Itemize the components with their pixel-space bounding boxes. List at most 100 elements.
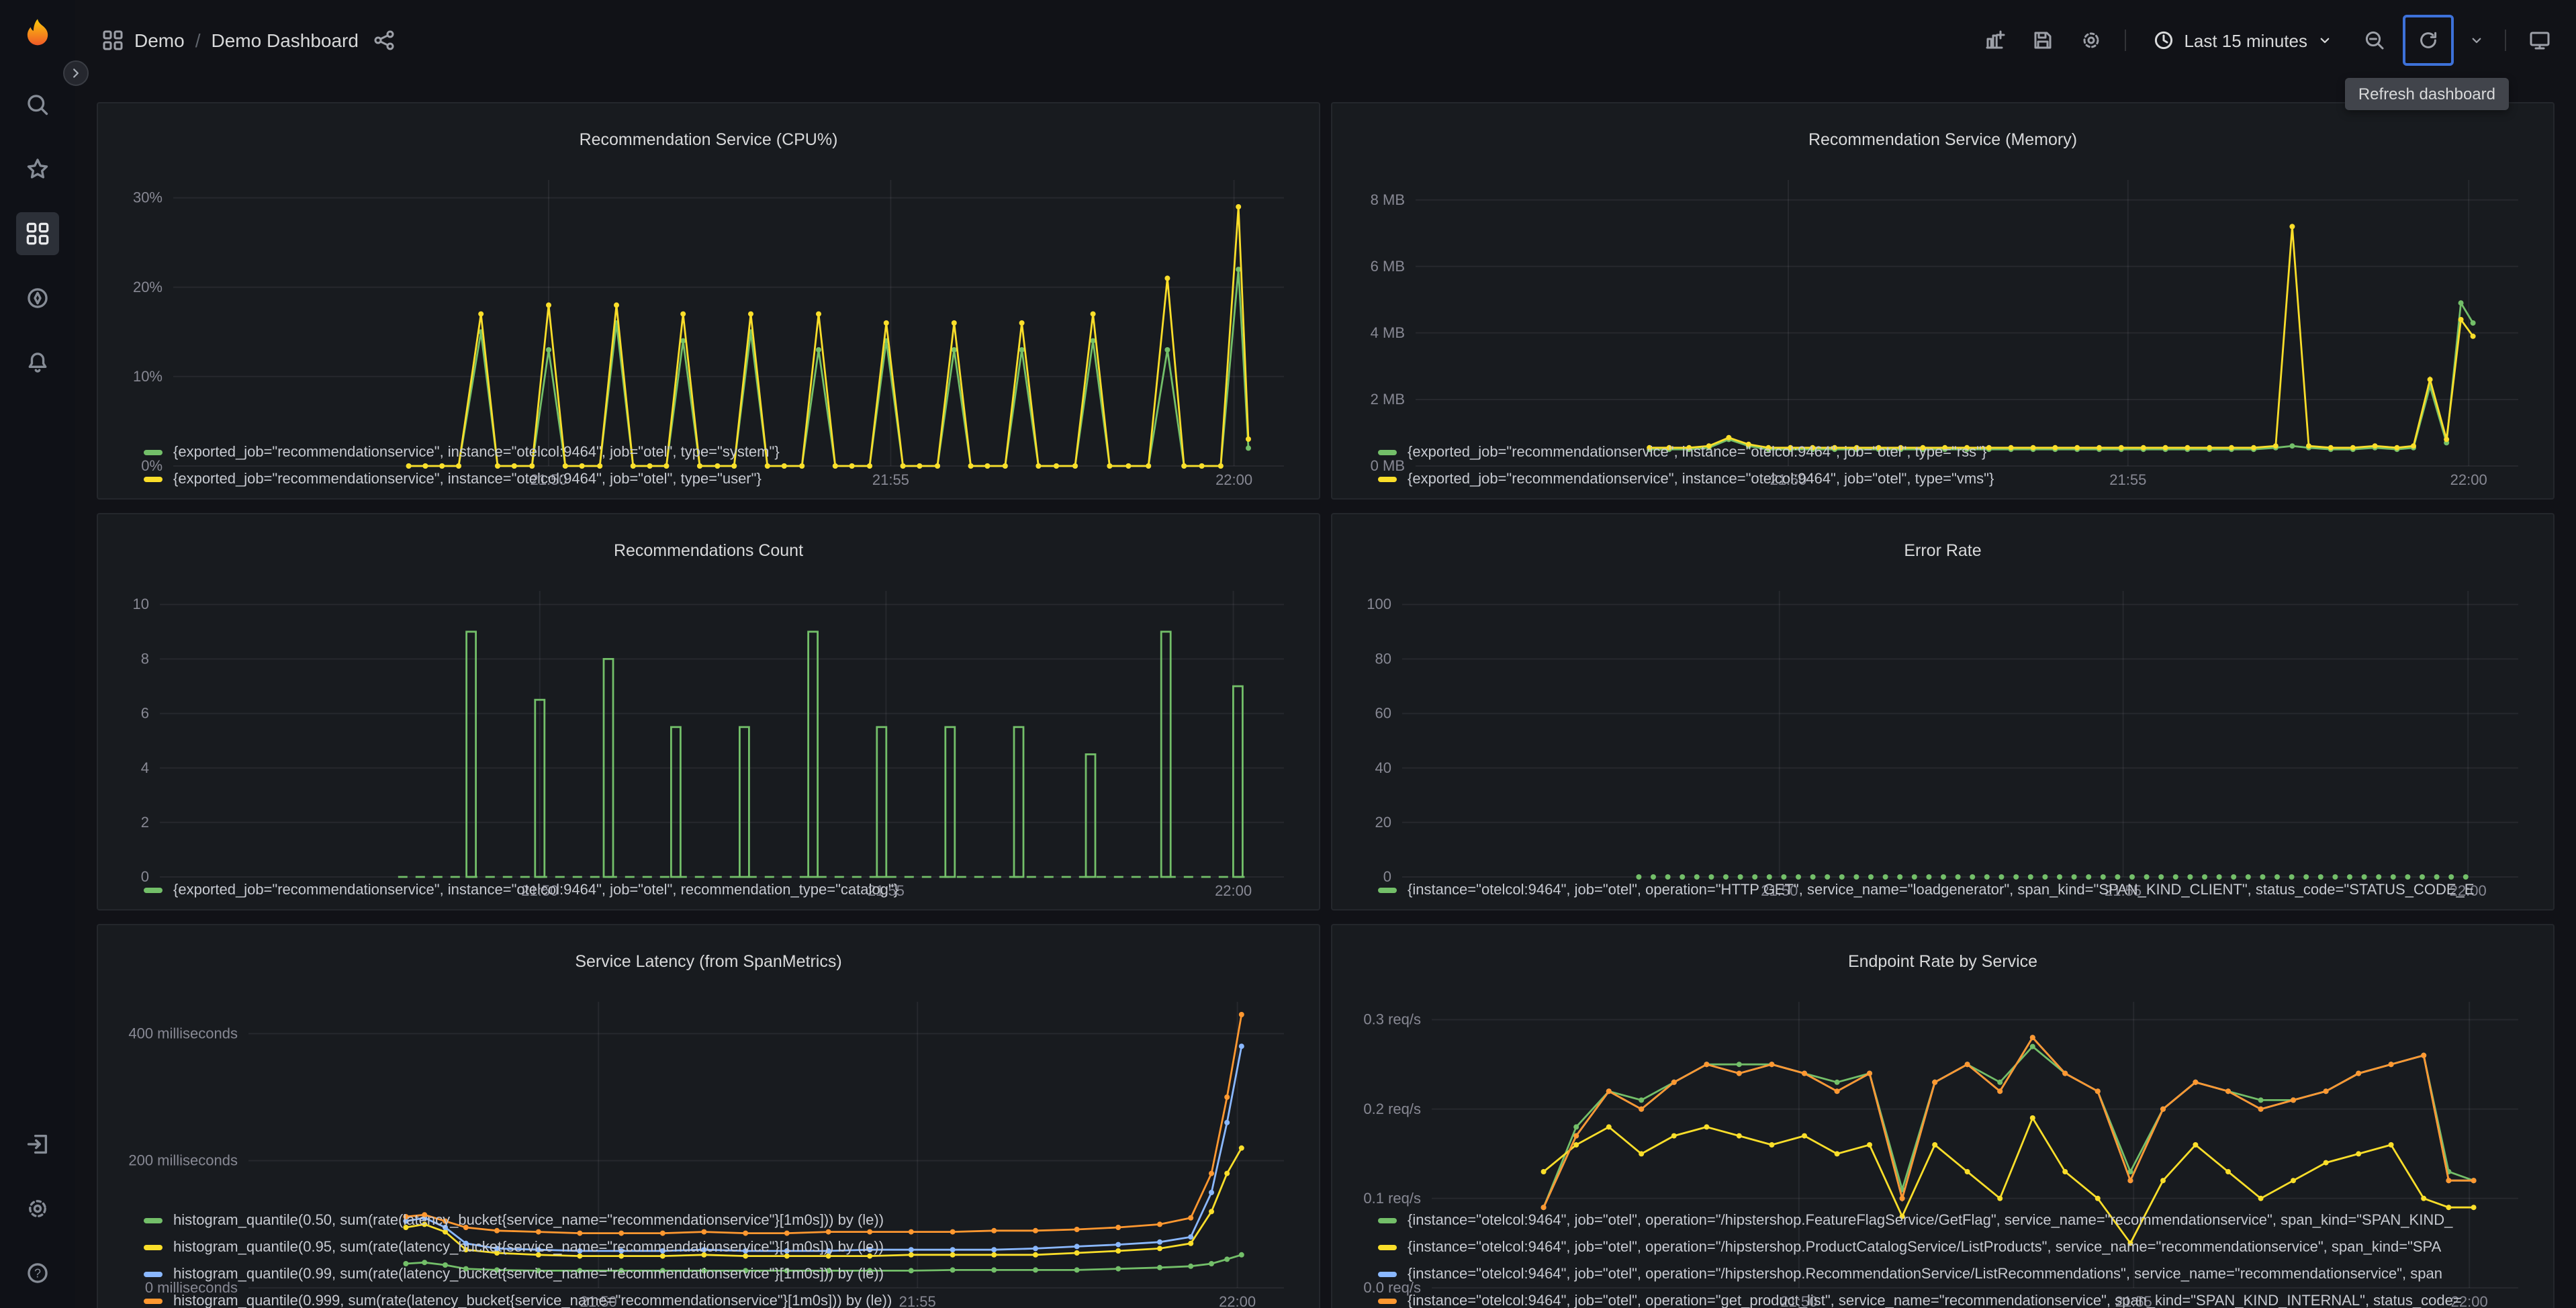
time-range-picker[interactable]: Last 15 minutes [2140,20,2346,60]
panel-recommendation-cpu: Recommendation Service (CPU%) 0% 10% 20% 30… [97,102,1320,500]
legend-swatch [1378,1299,1397,1304]
panel-title[interactable]: Recommendations Count [114,536,1303,566]
svg-text:0.3 req/s: 0.3 req/s [1363,1011,1421,1027]
zoom-out-button[interactable] [2354,20,2395,60]
svg-text:20%: 20% [133,278,163,295]
legend-label: {exported_job="recommendationservice", i… [173,471,762,487]
legend-swatch [1378,1272,1397,1277]
sidebar-item-help[interactable]: ? [16,1252,59,1295]
gear-icon [2083,32,2099,48]
add-panel-icon [1986,30,2005,49]
clock-icon [2155,31,2173,50]
svg-text:80: 80 [1375,650,1391,667]
sign-in-icon [27,1134,48,1154]
legend-swatch [144,1218,163,1223]
svg-text:400 milliseconds: 400 milliseconds [128,1025,238,1041]
legend-item[interactable]: {exported_job="recommendationservice", i… [1378,439,2537,466]
legend-swatch [1378,477,1397,482]
time-range-label: Last 15 minutes [2184,30,2307,50]
gear-icon [29,1200,46,1217]
grafana-logo[interactable] [17,13,58,54]
dashboards-grid-icon [26,222,49,245]
navbar: Demo / Demo Dashboard Last 15 minutes [75,0,2576,81]
legend-item[interactable]: histogram_quantile(0.50, sum(rate(latenc… [144,1207,1303,1234]
legend-item[interactable]: {instance="otelcol:9464", job="otel", op… [1378,1207,2537,1234]
svg-text:60: 60 [1375,704,1391,721]
latency-chart[interactable]: 0 milliseconds 200 milliseconds 400 millis… [114,991,1303,1308]
breadcrumb-page[interactable]: Demo Dashboard [212,30,359,51]
legend-item[interactable]: {exported_job="recommendationservice", i… [144,877,1303,904]
memory-legend: {exported_job="recommendationservice", i… [1348,436,2537,496]
panel-title[interactable]: Service Latency (from SpanMetrics) [114,947,1303,977]
panel-service-latency: Service Latency (from SpanMetrics) 0 mil… [97,924,1320,1308]
chart-svg: 024681021:50 21:55 22:00 [133,590,1284,899]
cpu-chart[interactable]: 0% 10% 20% 30% 21:50 21:55 22:00 [114,169,1303,488]
add-panel-button[interactable] [1974,20,2015,60]
recommendations-count-chart[interactable]: 0 2 4 6 8 10 21:50 21:55 22:00 [114,580,1303,899]
legend-item[interactable]: {instance="otelcol:9464", job="otel", op… [1378,1234,2537,1261]
legend-item[interactable]: histogram_quantile(0.999, sum(rate(laten… [144,1288,1303,1308]
memory-chart[interactable]: 0 MB 2 MB 4 MB 6 MB 8 MB 21:50 21:55 22:00 [1348,169,2537,488]
svg-text:6 MB: 6 MB [1371,257,1405,274]
panel-error-rate: Error Rate 0 20 40 60 80 100 21:50 21:55 22:00 {… [1331,513,2555,910]
legend-swatch [1378,1245,1397,1250]
svg-text:200 milliseconds: 200 milliseconds [128,1152,238,1168]
sidebar-expand-button[interactable] [63,60,89,86]
svg-text:0.2 req/s: 0.2 req/s [1363,1100,1421,1117]
legend-swatch [144,1245,163,1250]
legend-item[interactable]: histogram_quantile(0.99, sum(rate(latenc… [144,1261,1303,1288]
dashboard-settings-button[interactable] [2071,20,2111,60]
refresh-interval-dropdown[interactable] [2462,20,2491,60]
legend-swatch [144,450,163,455]
legend-item[interactable]: histogram_quantile(0.95, sum(rate(latenc… [144,1234,1303,1261]
sidebar-item-search[interactable] [16,83,59,126]
svg-text:8: 8 [141,650,149,667]
legend-item[interactable]: {instance="otelcol:9464", job="otel", op… [1378,1261,2537,1288]
panel-title[interactable]: Endpoint Rate by Service [1348,947,2537,977]
cycle-view-button[interactable] [2520,20,2560,60]
breadcrumb: Demo / Demo Dashboard [102,20,399,60]
share-icon [374,30,394,50]
legend-label: {instance="otelcol:9464", job="otel", op… [1408,1266,2442,1282]
chevron-down-icon [2472,38,2481,44]
sidebar-item-alerting[interactable] [16,341,59,384]
legend-item[interactable]: {instance="otelcol:9464", job="otel", op… [1378,1288,2537,1308]
legend-item[interactable]: {instance="otelcol:9464", job="otel", op… [1378,877,2537,904]
sidebar-item-sign-in[interactable] [16,1123,59,1166]
legend-item[interactable]: {exported_job="recommendationservice", i… [144,439,1303,466]
sidebar-item-dashboards[interactable] [16,212,59,255]
panel-title[interactable]: Error Rate [1348,536,2537,566]
panel-title[interactable]: Recommendation Service (Memory) [1348,126,2537,155]
legend-label: {exported_job="recommendationservice", i… [173,882,899,898]
panel-recommendations-count: Recommendations Count 0 2 4 6 8 10 21:50 21:55 2… [97,513,1320,910]
legend-item[interactable]: {exported_job="recommendationservice", i… [144,466,1303,493]
dashboard-breadcrumb-icon [102,30,124,51]
share-dashboard-button[interactable] [369,20,399,60]
legend-item[interactable]: {exported_job="recommendationservice", i… [1378,466,2537,493]
breadcrumb-section[interactable]: Demo [134,30,185,51]
panel-recommendation-memory: Recommendation Service (Memory) 0 MB 2 MB… [1331,102,2555,500]
star-icon [27,158,48,179]
legend-swatch [1378,1218,1397,1223]
svg-text:0.1 req/s: 0.1 req/s [1363,1189,1421,1206]
grafana-flame-icon [27,19,48,46]
sidebar-item-settings[interactable] [16,1187,59,1230]
svg-text:10: 10 [133,596,149,612]
error-rate-chart[interactable]: 0 20 40 60 80 100 21:50 21:55 22:00 [1348,580,2537,899]
save-icon [2034,32,2052,49]
endpoint-rate-chart[interactable]: 0.0 req/s 0.1 req/s 0.2 req/s 0.3 req/s 21:5… [1348,991,2537,1308]
panel-title[interactable]: Recommendation Service (CPU%) [114,126,1303,155]
refresh-dashboard-button[interactable] [2403,15,2454,66]
legend-label: {instance="otelcol:9464", job="otel", op… [1408,1240,2442,1256]
save-dashboard-button[interactable] [2023,20,2063,60]
sidebar-item-explore[interactable] [16,277,59,320]
refresh-tooltip: Refresh dashboard [2344,78,2509,110]
legend-label: histogram_quantile(0.99, sum(rate(latenc… [173,1266,884,1282]
panel-endpoint-rate: Endpoint Rate by Service 0.0 req/s 0.1 re… [1331,924,2555,1308]
sidebar: ? [0,0,75,1308]
cpu-legend: {exported_job="recommendationservice", i… [114,436,1303,496]
chevron-right-icon [73,68,79,78]
navbar-actions: Last 15 minutes [1974,15,2560,66]
sidebar-item-starred[interactable] [16,148,59,191]
legend-label: {exported_job="recommendationservice", i… [1408,445,1987,461]
